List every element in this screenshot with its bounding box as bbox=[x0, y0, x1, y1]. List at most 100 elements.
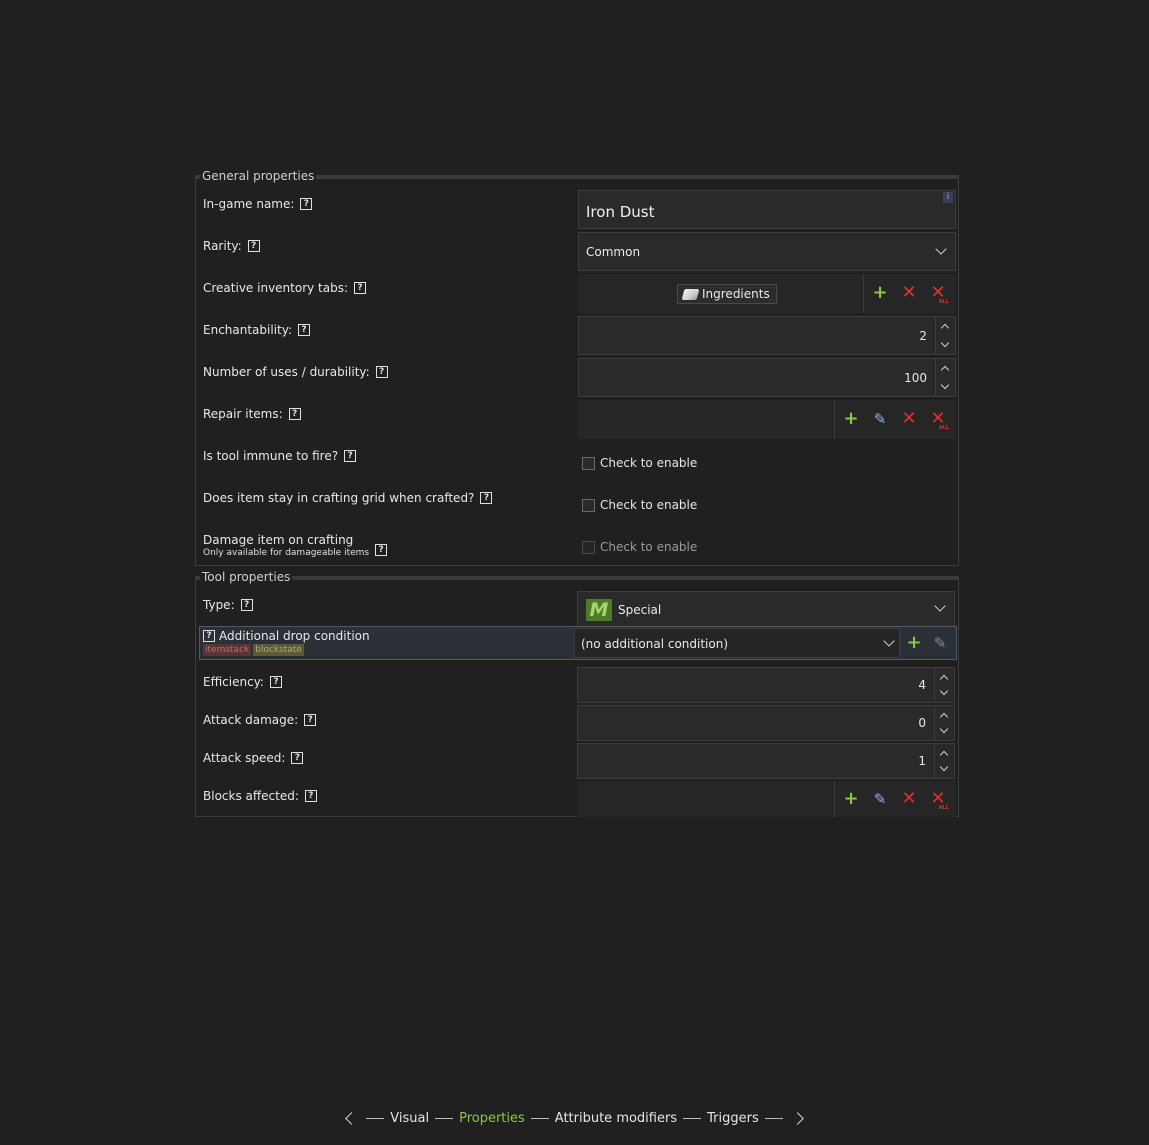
nav-properties[interactable]: Properties bbox=[459, 1111, 525, 1126]
blocks-affected-label: Blocks affected: bbox=[203, 789, 299, 803]
uses-spinner[interactable]: 100 bbox=[578, 358, 956, 397]
remove-repair-item-button[interactable]: ✕ bbox=[900, 410, 918, 428]
help-icon[interactable]: ? bbox=[298, 324, 311, 336]
uses-value: 100 bbox=[904, 371, 927, 385]
decrement-icon[interactable] bbox=[939, 724, 949, 734]
enchantability-value: 2 bbox=[919, 329, 927, 343]
nav-attribute-modifiers[interactable]: Attribute modifiers bbox=[555, 1111, 677, 1126]
help-icon[interactable]: ? bbox=[304, 790, 317, 802]
row-rarity: Rarity: ? Common bbox=[196, 229, 958, 271]
edit-condition-button[interactable]: ✎ bbox=[931, 634, 949, 652]
row-type: Type: ? M Special bbox=[196, 588, 958, 628]
stay-in-grid-checkbox[interactable] bbox=[582, 499, 595, 512]
creative-tabs-list[interactable]: Ingredients + ✕ ✕ bbox=[578, 274, 956, 313]
remove-all-blocks-button[interactable]: ✕ bbox=[929, 790, 949, 812]
add-block-button[interactable]: + bbox=[842, 790, 860, 808]
nav-visual[interactable]: Visual bbox=[390, 1111, 429, 1126]
page-navigation: Visual Properties Attribute modifiers Tr… bbox=[0, 1108, 1149, 1128]
drop-condition-value: (no additional condition) bbox=[581, 637, 729, 651]
ingame-name-input[interactable]: Iron Dust i bbox=[578, 190, 956, 229]
damage-crafting-sublabel: Only available for damageable items bbox=[203, 548, 370, 558]
damage-crafting-checkbox bbox=[582, 541, 595, 554]
remove-tab-button[interactable]: ✕ bbox=[900, 284, 918, 302]
chevron-right-icon[interactable] bbox=[790, 1111, 804, 1125]
help-icon[interactable]: ? bbox=[304, 714, 317, 726]
help-icon[interactable]: ? bbox=[203, 630, 215, 642]
chevron-down-icon bbox=[935, 243, 947, 255]
attack-speed-spinner[interactable]: 1 bbox=[577, 743, 955, 779]
row-damage-on-crafting: Damage item on crafting Only available f… bbox=[196, 523, 958, 565]
stay-in-grid-check-label[interactable]: Check to enable bbox=[600, 498, 697, 512]
help-icon[interactable]: ? bbox=[269, 676, 282, 688]
help-icon[interactable]: ? bbox=[247, 240, 260, 252]
decrement-icon[interactable] bbox=[940, 380, 950, 390]
help-icon[interactable]: ? bbox=[288, 408, 301, 420]
creative-tabs-label: Creative inventory tabs: bbox=[203, 281, 349, 295]
damage-crafting-label: Damage item on crafting bbox=[203, 533, 354, 547]
decrement-icon[interactable] bbox=[939, 686, 949, 696]
immune-fire-check-label[interactable]: Check to enable bbox=[600, 456, 697, 470]
tool-properties-panel: Tool properties Type: ? M Special ? Addi… bbox=[195, 570, 959, 818]
attack-speed-value: 1 bbox=[918, 754, 926, 768]
row-uses: Number of uses / durability: ? 100 bbox=[196, 355, 958, 397]
add-condition-button[interactable]: + bbox=[905, 634, 923, 652]
attack-speed-label: Attack speed: bbox=[203, 751, 286, 765]
blocks-affected-list[interactable]: + ✎ ✕ ✕ bbox=[577, 781, 956, 817]
general-properties-title: General properties bbox=[200, 169, 317, 183]
row-creative-tabs: Creative inventory tabs: ? Ingredients +… bbox=[196, 271, 958, 313]
add-repair-item-button[interactable]: + bbox=[842, 410, 860, 428]
remove-all-tabs-button[interactable]: ✕ bbox=[929, 284, 949, 306]
efficiency-label: Efficiency: bbox=[203, 675, 264, 689]
type-value: Special bbox=[618, 603, 662, 617]
increment-icon[interactable] bbox=[940, 323, 950, 333]
help-icon[interactable]: ? bbox=[291, 752, 304, 764]
attack-damage-label: Attack damage: bbox=[203, 713, 299, 727]
ingredients-icon bbox=[681, 289, 700, 300]
decrement-icon[interactable] bbox=[939, 762, 949, 772]
increment-icon[interactable] bbox=[939, 674, 949, 684]
tab-chip-ingredients[interactable]: Ingredients bbox=[677, 284, 777, 304]
row-efficiency: Efficiency: ? 4 bbox=[196, 666, 958, 704]
increment-icon[interactable] bbox=[939, 750, 949, 760]
decrement-icon[interactable] bbox=[940, 338, 950, 348]
uses-label: Number of uses / durability: bbox=[203, 365, 370, 379]
enchantability-spinner[interactable]: 2 bbox=[578, 316, 956, 355]
type-select[interactable]: M Special bbox=[577, 591, 955, 627]
rarity-value: Common bbox=[586, 245, 641, 259]
drop-condition-select[interactable]: (no additional condition) bbox=[574, 628, 900, 658]
remove-block-button[interactable]: ✕ bbox=[900, 790, 918, 808]
row-stay-in-grid: Does item stay in crafting grid when cra… bbox=[196, 481, 958, 523]
special-type-icon: M bbox=[586, 599, 612, 621]
chevron-left-icon[interactable] bbox=[345, 1111, 359, 1125]
nav-triggers[interactable]: Triggers bbox=[707, 1111, 759, 1126]
efficiency-value: 4 bbox=[918, 678, 926, 692]
help-icon[interactable]: ? bbox=[375, 544, 388, 556]
tag-blockstate: blockstate bbox=[253, 644, 304, 656]
repair-items-list[interactable]: + ✎ ✕ ✕ bbox=[578, 400, 956, 439]
tool-properties-title: Tool properties bbox=[200, 570, 293, 584]
row-attack-speed: Attack speed: ? 1 bbox=[196, 742, 958, 780]
rarity-select[interactable]: Common bbox=[578, 232, 956, 271]
edit-blocks-button[interactable]: ✎ bbox=[871, 790, 889, 808]
increment-icon[interactable] bbox=[939, 712, 949, 722]
ingame-name-label: In-game name: bbox=[203, 197, 295, 211]
attack-damage-spinner[interactable]: 0 bbox=[577, 705, 955, 741]
help-icon[interactable]: ? bbox=[344, 450, 357, 462]
increment-icon[interactable] bbox=[940, 365, 950, 375]
row-blocks-affected: Blocks affected: ? + ✎ ✕ ✕ bbox=[196, 780, 958, 818]
row-immune-fire: Is tool immune to fire? ? Check to enabl… bbox=[196, 439, 958, 481]
help-icon[interactable]: ? bbox=[354, 282, 367, 294]
help-icon[interactable]: ? bbox=[240, 599, 253, 611]
help-icon[interactable]: ? bbox=[480, 492, 493, 504]
help-icon[interactable]: ? bbox=[300, 198, 313, 210]
efficiency-spinner[interactable]: 4 bbox=[577, 667, 955, 703]
help-icon[interactable]: ? bbox=[375, 366, 388, 378]
add-tab-button[interactable]: + bbox=[871, 284, 889, 302]
chevron-down-icon bbox=[883, 635, 895, 647]
edit-repair-items-button[interactable]: ✎ bbox=[871, 410, 889, 428]
immune-fire-checkbox[interactable] bbox=[582, 457, 595, 470]
info-icon[interactable]: i bbox=[943, 192, 953, 203]
rarity-label: Rarity: bbox=[203, 239, 242, 253]
row-drop-condition: ? Additional drop condition itemstack bl… bbox=[199, 626, 957, 660]
remove-all-repair-items-button[interactable]: ✕ bbox=[929, 410, 949, 432]
